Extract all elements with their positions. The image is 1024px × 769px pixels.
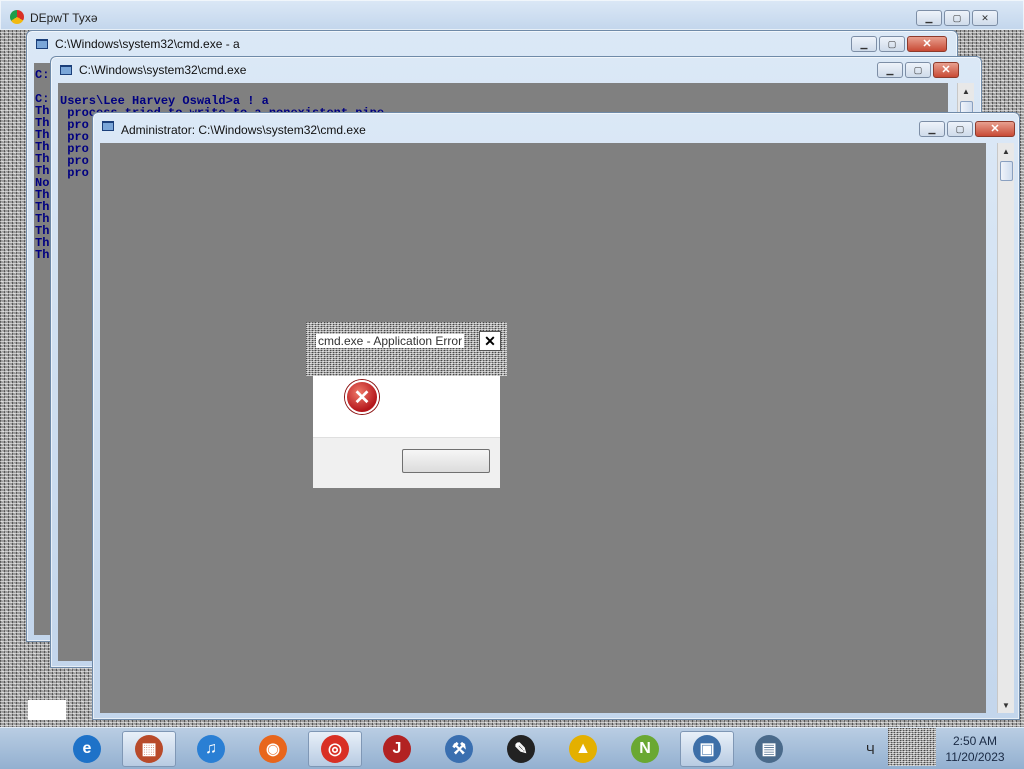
taskbar-button-notepadpp[interactable]: N xyxy=(618,731,672,767)
background-window-controls: ▁ ▢ ✕ xyxy=(916,10,998,26)
admin-cmd-window-titlebar[interactable]: Administrator: C:\Windows\system32\cmd.e… xyxy=(93,113,1019,139)
notepadpp-icon: N xyxy=(631,735,659,763)
application-error-dialog[interactable]: cmd.exe - Application Error ✕ ✕ xyxy=(306,322,507,492)
close-button[interactable]: ✕ xyxy=(975,121,1015,137)
tools-app-icon: ⚒ xyxy=(445,735,473,763)
dialog-close-button[interactable]: ✕ xyxy=(479,331,501,351)
tray-noise: Ч xyxy=(866,728,936,766)
cmd-window-title: C:\Windows\system32\cmd.exe xyxy=(79,63,247,77)
taskbar-button-monitor-app[interactable]: ▣ xyxy=(680,731,734,767)
scroll-thumb[interactable] xyxy=(1000,161,1013,181)
cmd-window-a-title: C:\Windows\system32\cmd.exe - a xyxy=(55,37,240,51)
minimize-button[interactable]: ▁ xyxy=(919,121,945,137)
background-window-title: DEpwT Tyxə xyxy=(30,11,98,25)
maximize-button[interactable]: ▢ xyxy=(905,62,931,78)
console-line: C: xyxy=(35,68,50,82)
warning-app-icon: ▲ xyxy=(569,735,597,763)
taskbar-button-firefox[interactable]: ◉ xyxy=(246,731,300,767)
taskbar-button-file-manager[interactable]: ▦ xyxy=(122,731,176,767)
monitor-app-icon: ▣ xyxy=(693,735,721,763)
cmd-window-a-controls: ▁ ▢ ✕ xyxy=(851,36,947,52)
console-line: Th xyxy=(35,248,50,262)
chrome-icon: ◎ xyxy=(321,735,349,763)
clock-time: 2:50 AM xyxy=(952,734,998,748)
close-button[interactable]: ✕ xyxy=(972,10,998,26)
clock-date: 11/20/2023 xyxy=(945,750,1005,764)
chrome-icon xyxy=(10,10,24,24)
taskbar-button-paint-app[interactable]: ✎ xyxy=(494,731,548,767)
dialog-ok-button[interactable] xyxy=(402,449,490,473)
maximize-button[interactable]: ▢ xyxy=(944,10,970,26)
dialog-title: cmd.exe - Application Error xyxy=(316,334,465,348)
dialog-titlebar[interactable]: cmd.exe - Application Error ✕ xyxy=(306,322,507,376)
cmd-icon xyxy=(35,37,49,51)
desktop-white-box xyxy=(28,700,66,720)
console-output: C: C: Th Th Th Th Th Th No Th Th Th Th Th Th xyxy=(35,69,49,261)
firefox-icon: ◉ xyxy=(259,735,287,763)
admin-cmd-window-controls: ▁ ▢ ✕ xyxy=(919,121,1015,137)
maximize-button[interactable]: ▢ xyxy=(947,121,973,137)
scroll-up-arrow[interactable]: ▲ xyxy=(958,83,974,99)
java-app-icon: J xyxy=(383,735,411,763)
admin-cmd-console[interactable] xyxy=(100,143,986,713)
minimize-button[interactable]: ▁ xyxy=(877,62,903,78)
cmd-icon xyxy=(101,119,115,133)
itunes-icon: ♫ xyxy=(197,735,225,763)
system-clock[interactable]: 2:50 AM 11/20/2023 xyxy=(936,731,1014,767)
background-window: DEpwT Tyxə ▁ ▢ ✕ xyxy=(0,0,1024,30)
taskbar-button-tools-app[interactable]: ⚒ xyxy=(432,731,486,767)
dialog-footer xyxy=(313,437,500,488)
taskbar-button-java-app[interactable]: J xyxy=(370,731,424,767)
taskbar-button-internet-explorer[interactable]: e xyxy=(60,731,114,767)
taskbar: e ▦ ♫ ◉ ◎ J ⚒ ✎ ▲ N ▣ ▤ Ч 2:50 AM 11/20/2023 xyxy=(0,727,1024,769)
maximize-button[interactable]: ▢ xyxy=(879,36,905,52)
cmd-window-controls: ▁ ▢ ✕ xyxy=(877,62,959,78)
internet-explorer-icon: e xyxy=(73,735,101,763)
scroll-up-arrow[interactable]: ▲ xyxy=(998,143,1014,159)
taskbar-button-chrome[interactable]: ◎ xyxy=(308,731,362,767)
tray-text: Ч xyxy=(866,742,875,757)
error-icon: ✕ xyxy=(345,380,379,414)
admin-cmd-window[interactable]: Administrator: C:\Windows\system32\cmd.e… xyxy=(92,112,1020,720)
close-button[interactable]: ✕ xyxy=(933,62,959,78)
cmd-window-titlebar[interactable]: C:\Windows\system32\cmd.exe ▁ ▢ ✕ xyxy=(51,57,981,83)
taskbar-button-warning-app[interactable]: ▲ xyxy=(556,731,610,767)
admin-cmd-window-title: Administrator: C:\Windows\system32\cmd.e… xyxy=(121,123,366,137)
minimize-button[interactable]: ▁ xyxy=(851,36,877,52)
close-button[interactable]: ✕ xyxy=(907,36,947,52)
cmd-icon xyxy=(59,63,73,77)
admin-cmd-scrollbar[interactable]: ▲ ▼ xyxy=(997,143,1014,713)
file-manager-icon: ▦ xyxy=(135,735,163,763)
taskbar-button-window-app[interactable]: ▤ xyxy=(742,731,796,767)
dialog-body: ✕ xyxy=(313,376,500,437)
minimize-button[interactable]: ▁ xyxy=(916,10,942,26)
window-app-icon: ▤ xyxy=(755,735,783,763)
scroll-down-arrow[interactable]: ▼ xyxy=(998,697,1014,713)
taskbar-button-itunes[interactable]: ♫ xyxy=(184,731,238,767)
cmd-window-a-titlebar[interactable]: C:\Windows\system32\cmd.exe - a ▁ ▢ ✕ xyxy=(27,31,957,57)
paint-app-icon: ✎ xyxy=(507,735,535,763)
